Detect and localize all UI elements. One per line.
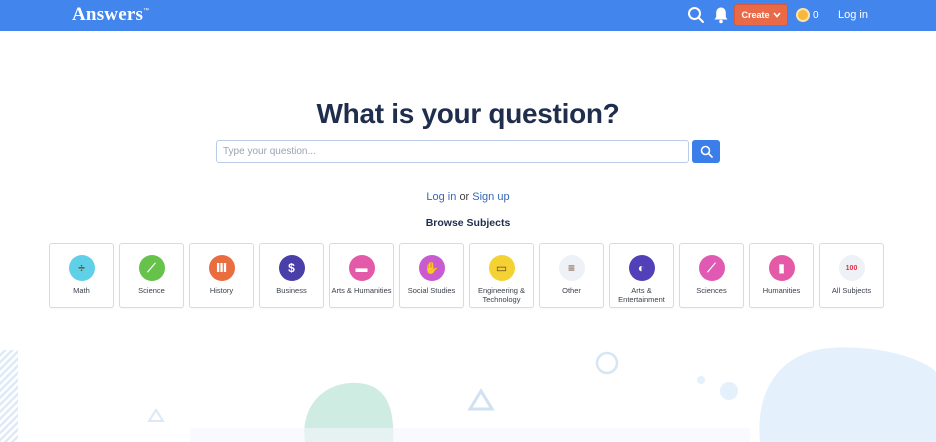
subject-card-business[interactable]: $ Business: [259, 243, 324, 308]
question-input[interactable]: [216, 140, 689, 163]
header-login-link[interactable]: Log in: [838, 9, 868, 21]
columns-icon: Ⅲ: [208, 255, 235, 281]
search-icon: [700, 145, 713, 158]
create-button[interactable]: Create: [734, 4, 788, 26]
subject-icon-glyph: ⟋: [707, 261, 716, 275]
chevron-down-icon: [772, 12, 781, 18]
coin-count: 0: [813, 9, 819, 21]
monitor-icon: ▭: [488, 255, 515, 281]
subject-label: Social Studies: [407, 286, 456, 295]
subject-card-other[interactable]: ≡ Other: [539, 243, 604, 308]
subject-label: Humanities: [762, 286, 801, 295]
subject-icon-glyph: ▭: [495, 261, 508, 275]
browse-subjects-heading: Browse Subjects: [425, 217, 511, 229]
subject-icon-glyph: $: [288, 261, 295, 275]
subject-card-social-studies[interactable]: ✋ Social Studies: [399, 243, 464, 308]
subject-label: Business: [276, 286, 307, 295]
theater-icon: ▬: [348, 255, 375, 281]
page-title: What is your question?: [316, 98, 620, 129]
subject-label: All Subjects: [831, 286, 872, 295]
books-icon: ≡: [558, 255, 585, 281]
subject-card-engineering-technology[interactable]: ▭ Engineering & Technology: [469, 243, 534, 308]
subject-label: Arts & Entertainment: [618, 286, 665, 304]
money-bag-icon: $: [278, 255, 305, 281]
subject-label: Science: [138, 286, 165, 295]
coin-icon: [796, 8, 810, 22]
subject-card-history[interactable]: Ⅲ History: [189, 243, 254, 308]
subject-icon-glyph: 100: [845, 264, 858, 272]
subject-icon-glyph: ◐: [637, 261, 646, 275]
subject-icon-glyph: ⟋: [147, 261, 156, 275]
subject-icon-glyph: ≡: [567, 261, 575, 275]
bell-icon[interactable]: [713, 6, 731, 24]
subject-card-science[interactable]: ⟋ Science: [119, 243, 184, 308]
coin-balance[interactable]: 0: [796, 8, 819, 22]
hundred-icon: 100: [838, 255, 865, 281]
test-tube-icon: ⟋: [138, 255, 165, 281]
subject-grid: ÷ Math ⟋ Science Ⅲ History $ Business ▬ Arts & Hu…: [49, 243, 884, 308]
divide-icon: ÷: [68, 255, 95, 281]
jar-icon: ▮: [768, 255, 795, 281]
subject-card-humanities[interactable]: ▮ Humanities: [749, 243, 814, 308]
subject-icon-glyph: ÷: [78, 261, 85, 275]
search-icon[interactable]: [687, 6, 705, 24]
question-search-button[interactable]: [692, 140, 720, 163]
subject-card-sciences[interactable]: ⟋ Sciences: [679, 243, 744, 308]
create-button-label: Create: [741, 10, 770, 20]
subject-label: Engineering & Technology: [477, 286, 526, 304]
or-text: or: [459, 191, 470, 203]
subject-icon-glyph: ✋: [424, 261, 439, 275]
theater-mask-icon: ◐: [628, 255, 655, 281]
handshake-icon: ✋: [418, 255, 445, 281]
subject-label: Math: [73, 286, 90, 295]
test-tube-icon: ⟋: [698, 255, 725, 281]
subject-card-arts-humanities[interactable]: ▬ Arts & Humanities: [329, 243, 394, 308]
signup-link[interactable]: Sign up: [472, 191, 509, 203]
auth-links: Log in or Sign up: [0, 191, 936, 203]
subject-label: History: [209, 286, 234, 295]
login-link[interactable]: Log in: [426, 191, 456, 203]
subject-label: Other: [562, 286, 581, 295]
subject-card-math[interactable]: ÷ Math: [49, 243, 114, 308]
subject-card-arts-entertainment[interactable]: ◐ Arts & Entertainment: [609, 243, 674, 308]
subject-icon-glyph: ▮: [778, 261, 785, 275]
subject-icon-glyph: ▬: [355, 261, 368, 275]
subject-label: Sciences: [696, 286, 727, 295]
subject-card-all-subjects[interactable]: 100 All Subjects: [819, 243, 884, 308]
top-navigation-bar: Answers™ Create 0 Log in: [0, 0, 936, 31]
subject-label: Arts & Humanities: [331, 286, 392, 295]
answers-logo[interactable]: Answers™: [72, 4, 149, 26]
subject-icon-glyph: Ⅲ: [215, 261, 228, 275]
trademark-mark: ™: [143, 8, 150, 14]
